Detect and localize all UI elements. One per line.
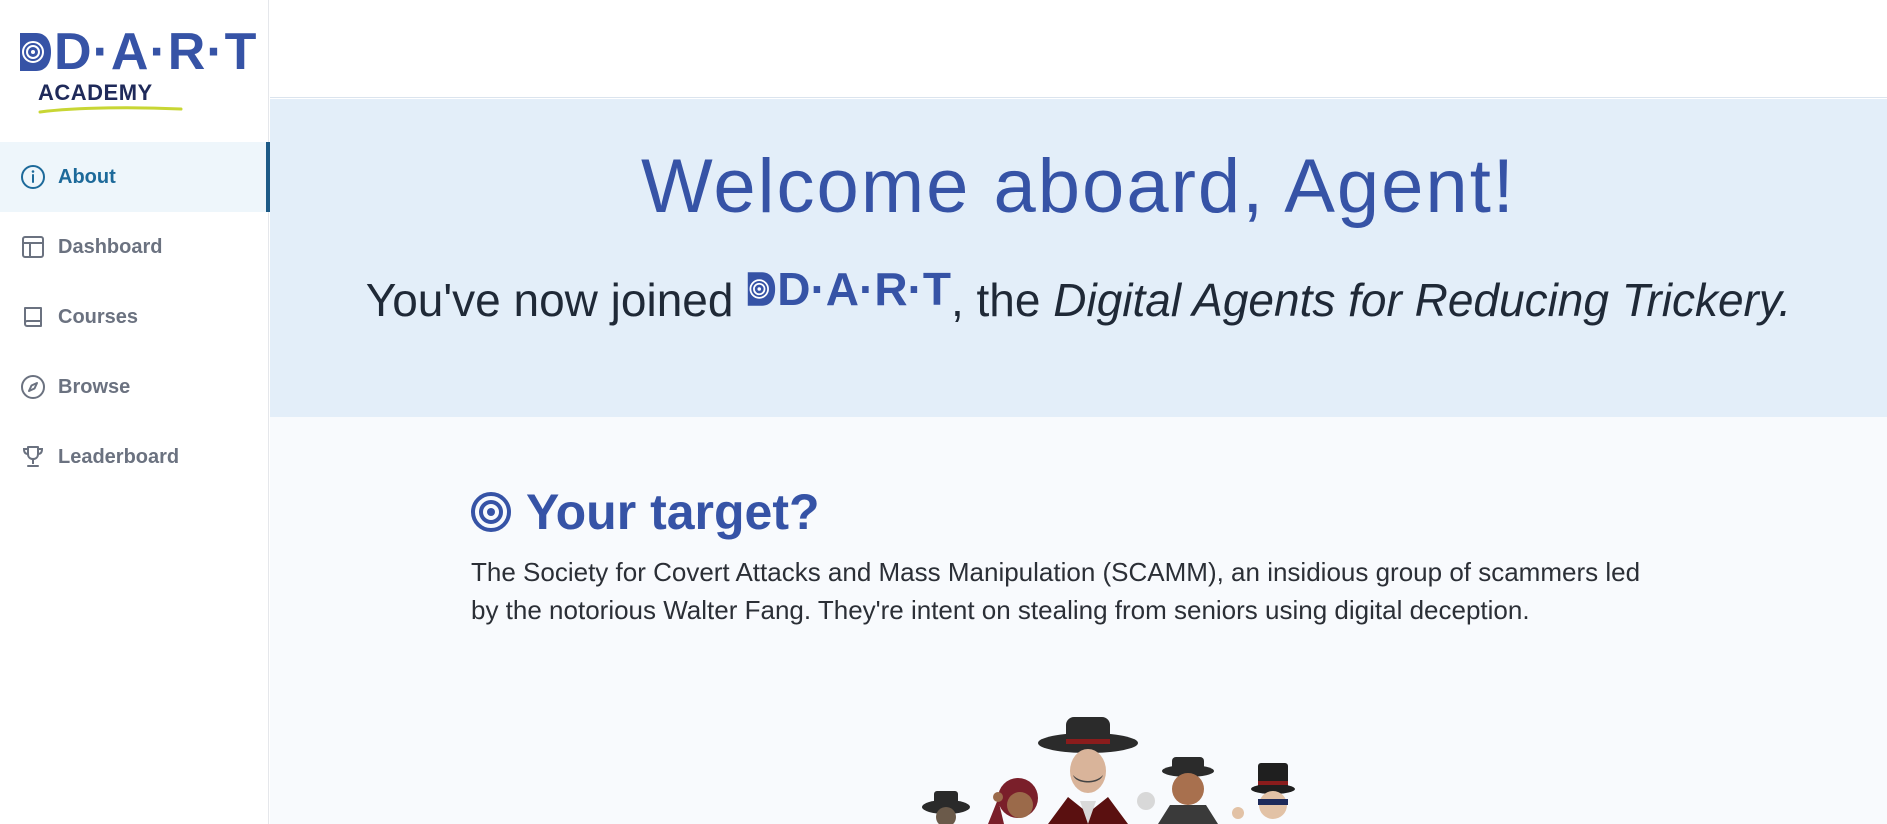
target-icon	[471, 492, 511, 532]
sidebar-item-label: Browse	[58, 375, 131, 398]
hero-sub-italic: Digital Agents for Reducing Trickery.	[1053, 274, 1792, 326]
info-icon	[20, 164, 46, 190]
spiral-icon	[20, 33, 51, 71]
welcome-hero: Welcome aboard, Agent! You've now joined…	[270, 99, 1887, 417]
logo-underline-swoosh	[38, 106, 183, 114]
dart-academy-logo[interactable]: D·A·R·T ACADEMY	[18, 26, 256, 116]
hero-sub-middle: , the	[950, 274, 1041, 326]
sidebar: D·A·R·T ACADEMY About Dashboard Courses	[0, 0, 270, 824]
sidebar-item-browse[interactable]: Browse	[0, 352, 269, 422]
sidebar-nav: About Dashboard Courses Browse Leaderboa…	[0, 142, 270, 492]
sidebar-item-about[interactable]: About	[0, 142, 270, 212]
section-text: The Society for Covert Attacks and Mass …	[471, 557, 1641, 625]
inline-dart-logo: D·A·R·T	[746, 255, 951, 323]
scamm-villains-illustration	[922, 717, 1295, 824]
logo-academy-text: ACADEMY	[38, 80, 153, 105]
hero-subtitle: You've now joined D·A·R·T, the Digital A…	[270, 255, 1887, 334]
inline-logo-text: D·A·R·T	[777, 263, 951, 315]
sidebar-item-label: Leaderboard	[58, 445, 180, 468]
compass-icon	[20, 374, 46, 400]
sidebar-item-label: About	[58, 165, 116, 188]
main-content: Your target? The Society for Covert Atta…	[270, 417, 1887, 824]
layout-icon	[20, 234, 46, 260]
sidebar-item-leaderboard[interactable]: Leaderboard	[0, 422, 269, 492]
hero-sub-prefix: You've now joined	[365, 274, 734, 326]
trophy-icon	[20, 444, 46, 470]
sidebar-item-label: Dashboard	[58, 235, 163, 258]
sidebar-item-courses[interactable]: Courses	[0, 282, 269, 352]
top-bar	[270, 0, 1887, 98]
sidebar-item-label: Courses	[58, 305, 139, 328]
section-heading: Your target?	[470, 483, 820, 541]
dart-logo-mark: D·A·R·T	[18, 26, 257, 78]
section-title: Your target?	[526, 484, 820, 540]
page-title: Welcome aboard, Agent!	[641, 144, 1516, 229]
logo-text: D·A·R·T	[54, 23, 258, 81]
spiral-icon	[748, 272, 776, 306]
book-icon	[20, 304, 46, 330]
sidebar-item-dashboard[interactable]: Dashboard	[0, 212, 269, 282]
